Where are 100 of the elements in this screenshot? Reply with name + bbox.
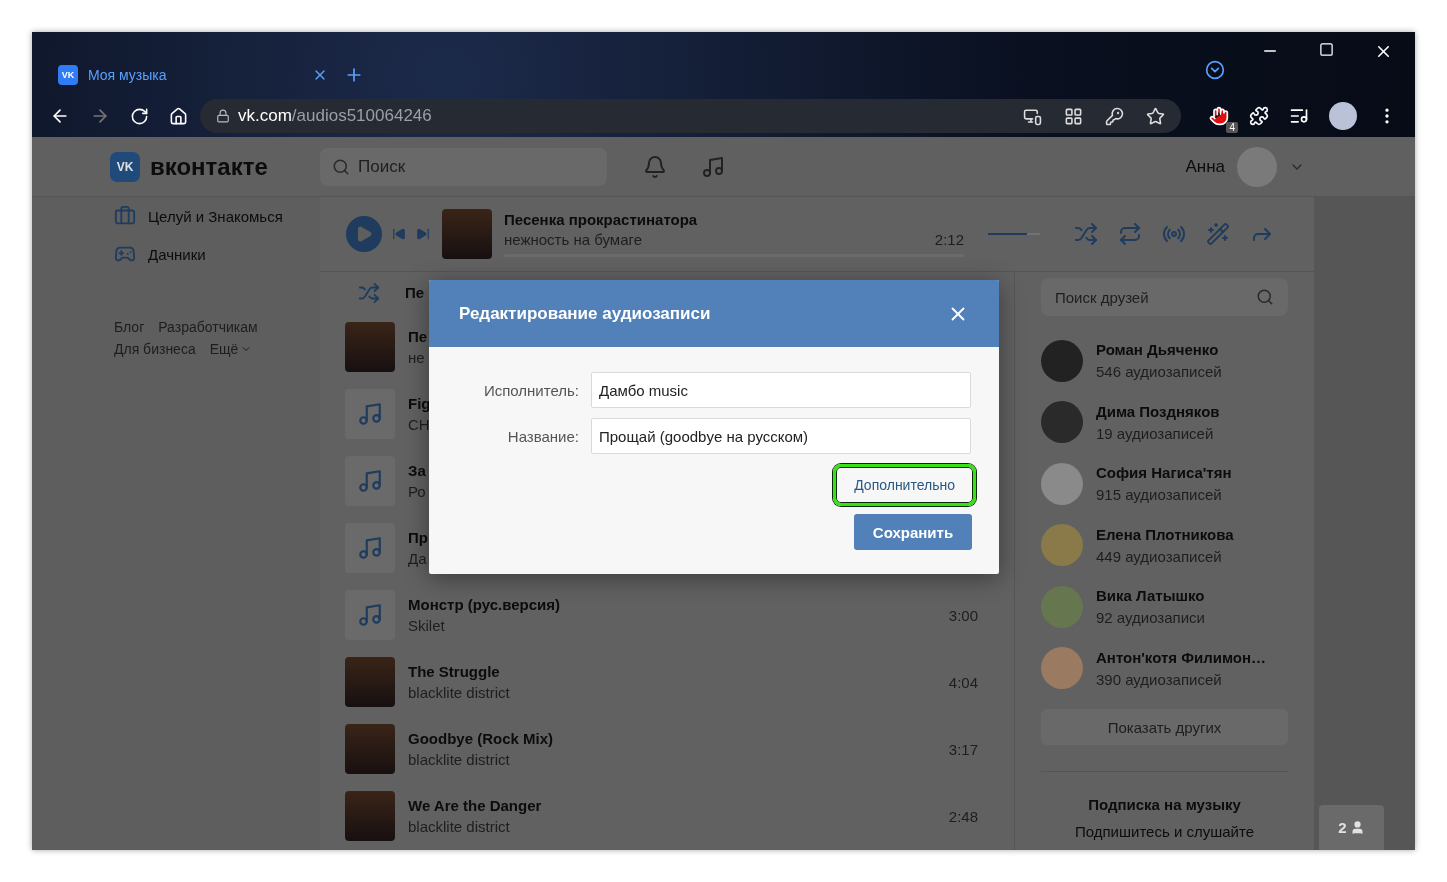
- friend-name[interactable]: Роман Дьяченко: [1096, 341, 1219, 359]
- hand-extension-icon[interactable]: [1209, 106, 1229, 126]
- music-note-icon: [345, 590, 395, 641]
- shuffle-label[interactable]: Пе: [405, 284, 425, 302]
- friend-name[interactable]: Антон'котя Филимон…: [1096, 648, 1267, 666]
- track-artist[interactable]: Ро: [408, 483, 426, 501]
- track-title[interactable]: Монстр (рус.версия): [408, 596, 560, 614]
- key-icon[interactable]: [1105, 106, 1124, 126]
- music-note-icon: [345, 389, 395, 440]
- album-cover: [345, 724, 395, 775]
- friend-avatar[interactable]: [1041, 462, 1083, 505]
- album-cover: [442, 209, 492, 259]
- sidebar-item-label: Дачники: [148, 245, 206, 263]
- lock-icon: [216, 109, 230, 123]
- tab-search-icon[interactable]: [1205, 60, 1225, 80]
- track-title[interactable]: We Are the Danger: [408, 797, 542, 815]
- home-icon[interactable]: [169, 106, 188, 126]
- dialog-title: Редактирование аудиозаписи: [459, 303, 711, 324]
- address-bar[interactable]: vk.com/audios510064246: [200, 99, 1181, 133]
- friend-name[interactable]: Елена Плотникова: [1096, 525, 1234, 543]
- repeat-icon[interactable]: [1118, 222, 1142, 246]
- sidebar-item[interactable]: Целуй и Знакомься: [110, 197, 320, 235]
- track-artist[interactable]: CH: [408, 416, 430, 434]
- track-artist[interactable]: не: [408, 349, 425, 367]
- user-avatar[interactable]: [1237, 146, 1277, 187]
- sidebar-item[interactable]: Дачники: [110, 235, 320, 273]
- maximize-icon[interactable]: [1319, 42, 1334, 57]
- footer-link[interactable]: Для бизнеса: [114, 341, 196, 357]
- bell-icon[interactable]: [643, 154, 667, 179]
- vk-logo-icon[interactable]: VK: [110, 151, 140, 182]
- logo-text[interactable]: вконтакте: [150, 152, 268, 181]
- album-cover: [345, 791, 395, 842]
- track-title[interactable]: Пр: [408, 529, 428, 547]
- user-name[interactable]: Анна: [1185, 156, 1225, 177]
- profile-avatar[interactable]: [1329, 102, 1357, 130]
- more-link[interactable]: Дополнительно: [833, 464, 976, 506]
- track-title[interactable]: Пе: [408, 328, 428, 346]
- audio-count: 19 аудиозаписей: [1096, 424, 1214, 442]
- track-artist[interactable]: blacklite district: [408, 818, 510, 836]
- track-artist[interactable]: нежность на бумаге: [504, 231, 642, 248]
- track-time: 2:12: [934, 231, 964, 248]
- album-cover: [345, 322, 395, 373]
- audio-count: 915 аудиозаписей: [1096, 486, 1222, 504]
- friend-avatar[interactable]: [1041, 647, 1083, 690]
- track-duration: 3:00: [948, 606, 978, 624]
- play-button[interactable]: [346, 216, 382, 252]
- track-title[interactable]: За: [408, 462, 426, 480]
- online-count: 2: [1338, 819, 1347, 836]
- search-icon: [1256, 288, 1274, 306]
- friend-name[interactable]: Вика Латышко: [1096, 587, 1205, 605]
- field-label: Название:: [506, 427, 579, 445]
- track-title[interactable]: Goodbye (Rock Mix): [408, 730, 553, 748]
- search-placeholder: Поиск: [358, 156, 406, 177]
- grid-icon[interactable]: [1064, 106, 1083, 126]
- track-title[interactable]: The Struggle: [408, 663, 500, 681]
- audio-count: 449 аудиозаписей: [1096, 547, 1222, 565]
- briefcase-icon: [114, 205, 136, 227]
- music-note-icon: [345, 523, 395, 574]
- track-artist[interactable]: blacklite district: [408, 751, 510, 769]
- text-field[interactable]: Прощай (goodbye на русском): [591, 418, 971, 454]
- online-friends-badge[interactable]: 2: [1319, 805, 1384, 850]
- friend-name[interactable]: Дима Поздняков: [1096, 402, 1220, 420]
- track-duration: 3:17: [948, 740, 978, 758]
- media-icon[interactable]: [1289, 106, 1309, 126]
- extensions-icon[interactable]: [1249, 106, 1269, 126]
- friend-name[interactable]: София Нагиса'тян: [1096, 464, 1232, 482]
- text-field[interactable]: Дамбо music: [591, 372, 971, 408]
- person-icon: [1349, 820, 1365, 835]
- search-icon: [332, 157, 350, 176]
- footer-link[interactable]: Ещё: [209, 341, 253, 357]
- track-duration: 2:48: [948, 807, 978, 825]
- friend-avatar[interactable]: [1041, 401, 1083, 444]
- track-artist[interactable]: Skilet: [408, 617, 445, 635]
- footer-link[interactable]: Разработчикам: [158, 319, 258, 335]
- devices-icon[interactable]: [1023, 106, 1042, 126]
- track-duration: 4:04: [948, 673, 978, 691]
- sidebar-item-label: Целуй и Знакомься: [148, 207, 283, 225]
- previous-icon[interactable]: [392, 227, 406, 241]
- subscription-title: Подписка на музыку: [1087, 796, 1242, 813]
- music-note-icon: [345, 456, 395, 507]
- shuffle-icon[interactable]: [358, 281, 380, 304]
- show-more-button[interactable]: Показать других: [1041, 709, 1288, 745]
- friend-avatar[interactable]: [1041, 524, 1083, 567]
- magic-wand-icon[interactable]: [1206, 222, 1230, 246]
- friends-search-field[interactable]: Поиск друзей: [1041, 278, 1288, 316]
- reload-icon[interactable]: [130, 106, 149, 126]
- music-icon[interactable]: [701, 154, 725, 179]
- subscription-text: Подпишитесь и слушайте: [1073, 823, 1256, 840]
- shuffle-icon[interactable]: [1074, 222, 1098, 246]
- save-button[interactable]: Сохранить: [854, 514, 972, 550]
- browser-tab[interactable]: VK Моя музыка: [48, 55, 338, 95]
- track-artist[interactable]: Да: [408, 550, 427, 568]
- footer-link[interactable]: Блог: [114, 319, 145, 335]
- track-artist[interactable]: blacklite district: [408, 684, 510, 702]
- bookmark-star-icon[interactable]: [1146, 106, 1165, 126]
- next-icon[interactable]: [416, 227, 430, 241]
- play-icon: [355, 225, 373, 243]
- search-field[interactable]: Поиск: [320, 147, 607, 186]
- friend-avatar[interactable]: [1041, 339, 1083, 382]
- track-title[interactable]: Fig: [408, 395, 431, 413]
